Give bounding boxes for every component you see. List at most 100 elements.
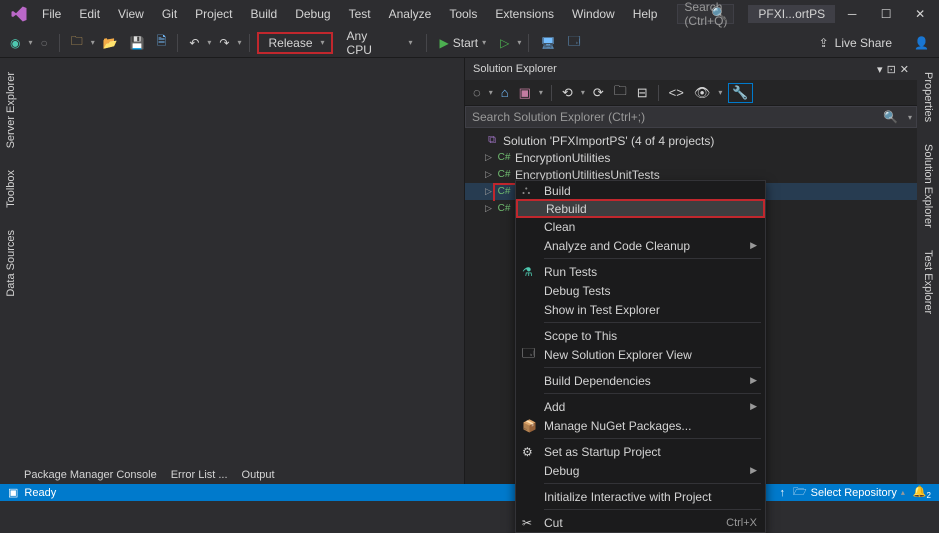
nav-fwd-button[interactable]: ○ [37, 34, 52, 52]
feedback-button[interactable]: 👤 [910, 34, 933, 52]
save-all-button[interactable]: 🗎 [153, 30, 171, 55]
ctx-show-test-explorer[interactable]: Show in Test Explorer [516, 300, 765, 319]
caret[interactable]: ▾ [718, 88, 722, 97]
caret[interactable]: ▾ [581, 88, 585, 97]
pending-changes-icon[interactable]: ⟲ [560, 83, 575, 103]
redo-button[interactable]: ↷ [215, 34, 233, 52]
undo-button[interactable]: ↶ [185, 34, 203, 52]
sync-icon[interactable]: ⟳ [591, 83, 606, 103]
redo-caret[interactable]: ▾ [237, 38, 241, 47]
new-caret[interactable]: ▾ [91, 38, 95, 47]
add-source-control-button[interactable]: ↑ [779, 487, 785, 499]
ctx-cut[interactable]: ✂CutCtrl+X [516, 513, 765, 532]
start-nodebug-button[interactable]: ▷ [496, 34, 513, 52]
properties-icon[interactable]: 🔧 [728, 83, 752, 103]
caret-icon: ▾ [409, 38, 413, 47]
submenu-arrow-icon: ▶ [750, 375, 757, 386]
ctx-interactive[interactable]: Initialize Interactive with Project [516, 487, 765, 506]
search-options-caret[interactable]: ▾ [908, 113, 912, 122]
switch-views-icon[interactable]: ▣ [517, 83, 533, 103]
start-debug-button[interactable]: ▶ Start ▾ [434, 34, 493, 52]
collapse-all-icon[interactable]: ⊟ [635, 83, 650, 103]
start-nodebug-caret[interactable]: ▾ [517, 38, 521, 47]
solution-search-input[interactable]: Search Solution Explorer (Ctrl+;) 🔍 ▾ [465, 106, 917, 128]
ctx-rebuild[interactable]: Rebuild [516, 199, 765, 218]
maximize-button[interactable]: ☐ [869, 2, 903, 26]
ctx-build-deps[interactable]: Build Dependencies▶ [516, 371, 765, 390]
home-icon[interactable]: ⌂ [499, 83, 511, 102]
rail-data-sources[interactable]: Data Sources [3, 226, 19, 301]
close-button[interactable]: ✕ [903, 2, 937, 26]
minimize-button[interactable]: ─ [835, 2, 869, 26]
back-icon[interactable]: ◌ [471, 83, 483, 102]
ctx-debug-tests[interactable]: Debug Tests [516, 281, 765, 300]
menu-analyze[interactable]: Analyze [381, 3, 440, 25]
menu-view[interactable]: View [110, 3, 152, 25]
menu-tools[interactable]: Tools [441, 3, 485, 25]
panel-dropdown-button[interactable]: ▾ [877, 63, 883, 76]
menu-debug[interactable]: Debug [287, 3, 338, 25]
refresh-button[interactable]: 🗔 [564, 30, 585, 55]
configuration-dropdown[interactable]: Release ▾ [257, 32, 333, 54]
preview-icon[interactable]: 👁 [692, 83, 713, 103]
ctx-add[interactable]: Add▶ [516, 397, 765, 416]
tab-output[interactable]: Output [242, 469, 275, 481]
select-repository-button[interactable]: 🗁 Select Repository ▴ [793, 483, 905, 502]
rail-toolbox[interactable]: Toolbox [3, 166, 19, 212]
separator [544, 367, 761, 368]
menu-build[interactable]: Build [243, 3, 286, 25]
ctx-startup[interactable]: ⚙Set as Startup Project [516, 442, 765, 461]
rail-solution-explorer[interactable]: Solution Explorer [920, 140, 936, 232]
global-search-input[interactable]: Search (Ctrl+Q) 🔍 [677, 4, 734, 24]
menu-window[interactable]: Window [564, 3, 623, 25]
menu-extensions[interactable]: Extensions [487, 3, 562, 25]
caret[interactable]: ▾ [489, 88, 493, 97]
ctx-debug[interactable]: Debug▶ [516, 461, 765, 480]
panel-close-button[interactable]: ✕ [900, 63, 909, 76]
notifications-button[interactable]: 🔔2 [913, 485, 931, 500]
ctx-nuget[interactable]: 📦Manage NuGet Packages... [516, 416, 765, 435]
menu-git[interactable]: Git [154, 3, 185, 25]
tab-error-list[interactable]: Error List ... [171, 469, 228, 481]
rail-server-explorer[interactable]: Server Explorer [3, 68, 19, 152]
ctx-analyze[interactable]: Analyze and Code Cleanup▶ [516, 236, 765, 255]
ctx-run-tests[interactable]: ⚗Run Tests [516, 262, 765, 281]
status-ready: Ready [24, 487, 56, 499]
solution-name-label: PFXI...ortPS [748, 5, 835, 23]
undo-caret[interactable]: ▾ [207, 38, 211, 47]
live-share-button[interactable]: ⇪ Live Share [811, 36, 900, 50]
right-tool-rail: Properties Solution Explorer Test Explor… [917, 58, 939, 484]
save-button[interactable]: 💾 [126, 34, 149, 52]
rail-test-explorer[interactable]: Test Explorer [920, 246, 936, 318]
nuget-icon: 📦 [522, 419, 537, 433]
menu-test[interactable]: Test [341, 3, 379, 25]
ctx-scope[interactable]: Scope to This [516, 326, 765, 345]
menu-edit[interactable]: Edit [71, 3, 108, 25]
ctx-new-view[interactable]: 🗔New Solution Explorer View [516, 345, 765, 364]
expand-icon[interactable]: ▷ [485, 152, 493, 163]
nav-back-caret[interactable]: ▾ [28, 38, 32, 47]
ctx-build[interactable]: ⛬Build [516, 181, 765, 200]
expand-icon[interactable]: ▷ [485, 169, 493, 180]
project-node[interactable]: ▷ C# EncryptionUtilities [465, 149, 917, 166]
menu-file[interactable]: File [34, 3, 69, 25]
separator [426, 34, 427, 52]
caret[interactable]: ▾ [539, 88, 543, 97]
expand-icon[interactable]: ▷ [485, 203, 493, 214]
rail-properties[interactable]: Properties [920, 68, 936, 126]
new-project-button[interactable]: 🗀 [67, 30, 87, 55]
nav-back-button[interactable]: ◉ [6, 34, 24, 52]
menu-project[interactable]: Project [187, 3, 240, 25]
platform-dropdown[interactable]: Any CPU ▾ [337, 27, 419, 59]
panel-pin-button[interactable]: ⊡ [887, 63, 896, 76]
window-controls: ─ ☐ ✕ [835, 2, 937, 26]
menu-help[interactable]: Help [625, 3, 666, 25]
browser-link-button[interactable]: 🖥 [536, 34, 559, 52]
tab-pm-console[interactable]: Package Manager Console [24, 469, 157, 481]
ctx-clean[interactable]: Clean [516, 217, 765, 236]
code-icon[interactable]: <> [667, 83, 686, 102]
show-all-icon[interactable]: 🗀 [612, 80, 629, 106]
solution-node[interactable]: ⧉ Solution 'PFXImportPS' (4 of 4 project… [465, 132, 917, 149]
expand-icon[interactable]: ▷ [485, 186, 493, 197]
open-button[interactable]: 📂 [99, 34, 122, 52]
